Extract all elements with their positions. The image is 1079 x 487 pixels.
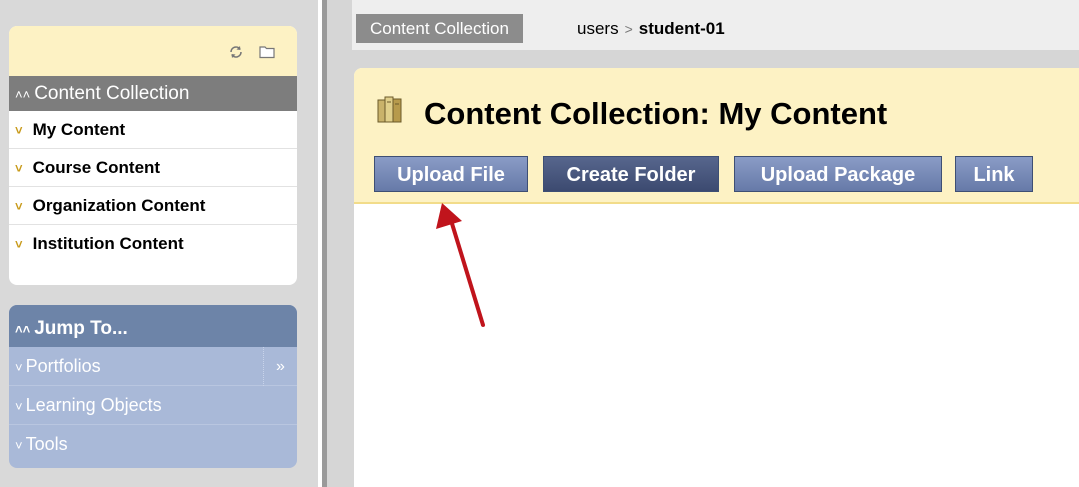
folder-icon[interactable] [259,44,275,60]
sidebar-item-institution-content[interactable]: ˅ Institution Content [9,225,297,263]
chevron-down-icon: ˅ [15,123,23,138]
sidebar-item-course-content[interactable]: ˅ Course Content [9,149,297,187]
annotation-arrow-icon [436,203,485,327]
jump-to-header-label: Jump To... [34,318,128,339]
chevron-up-icon: ˄˄ [15,87,31,102]
create-folder-button[interactable]: Create Folder [543,156,719,192]
breadcrumb-current: student-01 [638,19,725,38]
jump-to-header[interactable]: ˄˄ Jump To... [9,305,297,347]
expand-arrow-icon[interactable]: » [263,347,297,386]
chevron-down-icon: ˅ [15,161,23,176]
sidebar-item-portfolios[interactable]: ˅ Portfolios » [9,347,297,386]
sidebar-item-learning-objects[interactable]: ˅ Learning Objects [9,386,297,425]
sidebar-item-label: Learning Objects [25,395,162,415]
chevron-down-icon: ˅ [15,399,23,414]
content-collection-header-label: Content Collection [34,83,190,104]
breadcrumb-root[interactable]: Content Collection [356,14,523,43]
chevron-down-icon: ˅ [15,199,23,214]
breadcrumb: Content Collection users > student-01 [352,0,1079,50]
sidebar-item-tools[interactable]: ˅ Tools [9,425,297,464]
upload-file-button[interactable]: Upload File [374,156,528,192]
page-title: Content Collection: My Content [424,96,888,131]
sidebar-item-label: Organization Content [32,196,206,215]
chevron-down-icon: ˅ [15,360,23,375]
sidebar-item-label: Institution Content [32,234,184,253]
content-collection-panel: ˄˄ Content Collection ˅ My Content ˅ Course… [9,26,297,285]
breadcrumb-parent[interactable]: users [577,19,619,38]
frame-divider-gap [327,0,352,487]
sidebar-item-label: My Content [32,120,126,139]
sidebar-item-label: Tools [25,434,68,454]
sidebar-item-my-content[interactable]: ˅ My Content [9,111,297,149]
chevron-down-icon: ˅ [15,438,23,453]
left-sidebar: ˄˄ Content Collection ˅ My Content ˅ Course… [0,0,318,487]
sidebar-item-label: Portfolios [25,356,101,376]
content-header: Content Collection: My Content Upload Fi… [354,68,1079,204]
jump-to-panel: ˄˄ Jump To... ˅ Portfolios » ˅ Learning Obj… [9,305,297,468]
sidebar-item-organization-content[interactable]: ˅ Organization Content [9,187,297,225]
upload-package-button[interactable]: Upload Package [734,156,942,192]
breadcrumb-separator: > [624,21,633,37]
books-icon [377,96,402,123]
chevron-up-icon: ˄˄ [15,322,31,337]
sidebar-toolbar [9,26,297,76]
chevron-down-icon: ˅ [15,237,23,252]
content-collection-header[interactable]: ˄˄ Content Collection [9,76,297,111]
link-button[interactable]: Link [955,156,1033,192]
refresh-icon[interactable] [228,44,244,60]
breadcrumb-path: users > student-01 [577,14,725,43]
sidebar-item-label: Course Content [32,158,161,177]
